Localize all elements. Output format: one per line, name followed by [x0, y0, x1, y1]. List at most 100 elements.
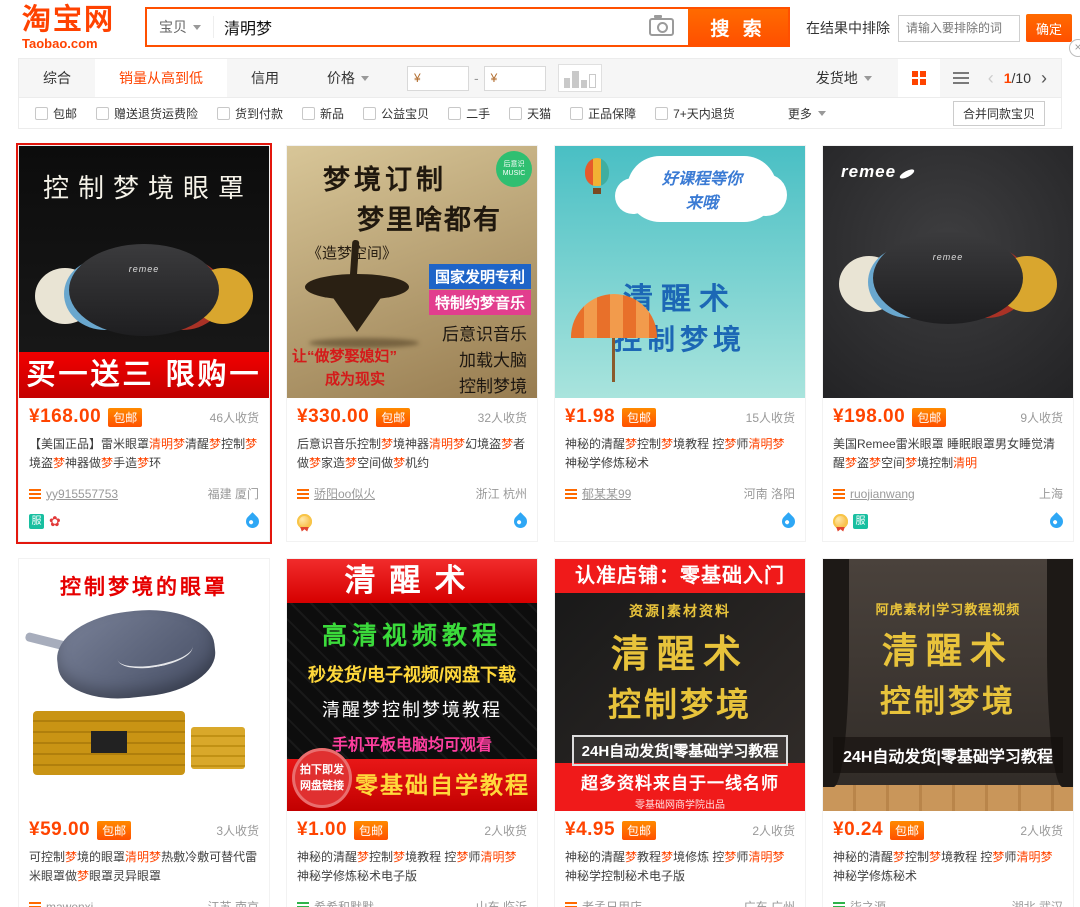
free-shipping-badge: 包邮	[97, 821, 131, 840]
product-card-3[interactable]: 好课程等你 来哦 清醒术 控制梦境 ¥1.98 包邮 15人收货 神秘的清醒梦控…	[554, 145, 806, 542]
free-shipping-badge: 包邮	[354, 821, 388, 840]
tab-sales-high-to-low[interactable]: 销量从高到低	[95, 59, 227, 97]
merge-same-items-button[interactable]: 合并同款宝贝	[953, 101, 1045, 126]
checkbox[interactable]	[655, 107, 668, 120]
product-title[interactable]: 可控制梦境的眼罩清明梦热敷冷敷可替代雷米眼罩做梦眼罩灵异眼罩	[29, 848, 259, 888]
ship-from-dropdown[interactable]: 发货地	[816, 68, 872, 88]
search-input[interactable]	[214, 9, 649, 45]
product-image[interactable]: 阿虎素材|学习教程视频 清醒术 控制梦境 24H自动发货|零基础学习教程	[823, 559, 1073, 811]
taobao-logo[interactable]: 淘宝网 Taobao.com	[22, 6, 115, 50]
filter-cash-on-delivery[interactable]: 货到付款	[217, 105, 283, 122]
filter-new[interactable]: 新品	[302, 105, 344, 122]
product-image[interactable]: 认准店铺：零基础入门 资源|素材资料 清醒术 控制梦境 24H自动发货|零基础学…	[555, 559, 805, 811]
more-filters-dropdown[interactable]: 更多	[788, 105, 826, 122]
wangwang-chat-icon[interactable]	[565, 901, 577, 907]
next-page-icon[interactable]	[1041, 68, 1047, 89]
camera-search-icon[interactable]	[649, 18, 674, 36]
checkbox[interactable]	[363, 107, 376, 120]
search-category-dropdown[interactable]: 宝贝	[147, 16, 214, 38]
price-histogram-icon[interactable]	[558, 64, 602, 92]
seller-location: 江苏 南京	[208, 898, 259, 907]
product-card-7[interactable]: 认准店铺：零基础入门 资源|素材资料 清醒术 控制梦境 24H自动发货|零基础学…	[554, 558, 806, 907]
wangwang-chat-icon[interactable]	[833, 901, 845, 907]
seller-name[interactable]: ruojianwang	[850, 487, 915, 501]
filter-authentic[interactable]: 正品保障	[570, 105, 636, 122]
sold-count: 2人收货	[484, 822, 527, 839]
hot-air-balloon-illustration	[585, 158, 609, 186]
price: ¥198.00	[833, 406, 905, 428]
prev-page-icon[interactable]	[988, 68, 994, 89]
list-view-toggle[interactable]	[940, 59, 982, 97]
product-card-8[interactable]: 阿虎素材|学习教程视频 清醒术 控制梦境 24H自动发货|零基础学习教程 ¥0.…	[822, 558, 1074, 907]
checkbox[interactable]	[217, 107, 230, 120]
product-title[interactable]: 神秘的清醒梦教程梦境修炼 控梦师清明梦神秘学控制秘术电子版	[565, 848, 795, 888]
wangwang-chat-icon[interactable]	[297, 901, 309, 907]
seller-name[interactable]: yy915557753	[46, 487, 118, 501]
checkbox[interactable]	[570, 107, 583, 120]
product-title[interactable]: 神秘的清醒梦控制梦境教程 控梦师清明梦神秘学修炼秘术电子版	[297, 848, 527, 888]
product-image[interactable]: 控制梦境眼罩 remee 买一送三 限购一件	[19, 146, 269, 398]
product-image[interactable]: 好课程等你 来哦 清醒术 控制梦境	[555, 146, 805, 398]
free-shipping-badge: 包邮	[622, 408, 656, 427]
tab-price-label: 价格	[327, 70, 355, 86]
filter-7day-return[interactable]: 7+天内退货	[655, 105, 735, 122]
checkbox[interactable]	[302, 107, 315, 120]
checkbox[interactable]	[509, 107, 522, 120]
product-grid: 控制梦境眼罩 remee 买一送三 限购一件 ¥168.00 包邮 46人收货 …	[18, 145, 1062, 907]
consumer-protection-icon	[779, 512, 797, 530]
product-image[interactable]: 清醒术 高清视频教程 秒发货/电子视频/网盘下载 清醒梦控制梦境教程 手机平板电…	[287, 559, 537, 811]
free-shipping-badge: 包邮	[108, 408, 142, 427]
wangwang-chat-icon[interactable]	[565, 488, 577, 500]
seller-name[interactable]: 柒之源	[850, 898, 886, 907]
tab-price[interactable]: 价格	[303, 59, 393, 97]
grid-view-toggle[interactable]	[898, 59, 940, 97]
checkbox[interactable]	[35, 107, 48, 120]
brand-text: remee	[841, 162, 896, 181]
filter-tmall[interactable]: 天猫	[509, 105, 551, 122]
product-card-4[interactable]: remee remee ¥198.00 包邮 9人收货 美国Remee雷米眼罩 …	[822, 145, 1074, 542]
exclude-input[interactable]	[898, 15, 1020, 42]
product-card-2[interactable]: 后意识MUSIC 梦境订制 梦里啥都有 《造梦空间》 国家发明专利 特制约梦音乐…	[286, 145, 538, 542]
seller-name[interactable]: 骄阳oo似火	[314, 485, 375, 502]
product-image[interactable]: remee remee	[823, 146, 1073, 398]
price-min-input[interactable]: ¥	[407, 66, 469, 91]
checkbox[interactable]	[96, 107, 109, 120]
search-button[interactable]: 搜 索	[688, 9, 788, 45]
ship-from-label: 发货地	[816, 68, 858, 88]
seller-name[interactable]: 老孟日用店	[582, 898, 642, 907]
close-icon[interactable]	[1069, 39, 1080, 57]
product-title[interactable]: 神秘的清醒梦控制梦境教程 控梦师清明梦神秘学修炼秘术	[565, 435, 795, 475]
filter-return-insurance[interactable]: 赠送退货运费险	[96, 105, 198, 122]
tab-comprehensive[interactable]: 综合	[19, 59, 95, 97]
product-image[interactable]: 后意识MUSIC 梦境订制 梦里啥都有 《造梦空间》 国家发明专利 特制约梦音乐…	[287, 146, 537, 398]
stage-floor-illustration	[823, 785, 1073, 811]
seller-location: 山东 临沂	[476, 898, 527, 907]
wangwang-chat-icon[interactable]	[297, 488, 309, 500]
product-card-6[interactable]: 清醒术 高清视频教程 秒发货/电子视频/网盘下载 清醒梦控制梦境教程 手机平板电…	[286, 558, 538, 907]
tab-credit[interactable]: 信用	[227, 59, 303, 97]
product-card-5[interactable]: 控制梦境的眼罩 ¥59.00 包邮 3人收货 可控制梦境的眼罩清明梦热敷冷敷可替…	[18, 558, 270, 907]
checkbox[interactable]	[448, 107, 461, 120]
filter-free-shipping[interactable]: 包邮	[35, 105, 77, 122]
product-title[interactable]: 后意识音乐控制梦境神器清明梦幻境盗梦者做梦家造梦空间做梦机约	[297, 435, 527, 475]
filter-charity[interactable]: 公益宝贝	[363, 105, 429, 122]
seller-name[interactable]: 希希和默默	[314, 898, 374, 907]
exclude-group: 在结果中排除 确定	[806, 14, 1072, 42]
wangwang-chat-icon[interactable]	[29, 901, 41, 907]
product-image[interactable]: 控制梦境的眼罩	[19, 559, 269, 811]
product-title[interactable]: 美国Remee雷米眼罩 睡眠眼罩男女睡觉清醒梦盗梦空间梦境控制清明	[833, 435, 1063, 475]
wangwang-chat-icon[interactable]	[833, 488, 845, 500]
seller-name[interactable]: mawenxi	[46, 900, 93, 907]
filter-secondhand[interactable]: 二手	[448, 105, 490, 122]
seller-name[interactable]: 郁某某99	[582, 485, 631, 502]
exclude-confirm-button[interactable]: 确定	[1026, 14, 1072, 42]
product-card-1[interactable]: 控制梦境眼罩 remee 买一送三 限购一件 ¥168.00 包邮 46人收货 …	[18, 145, 270, 542]
logo-chinese: 淘宝网	[22, 6, 115, 35]
current-page: 1	[1004, 70, 1012, 86]
price-max-input[interactable]: ¥	[484, 66, 546, 91]
product-title[interactable]: 神秘的清醒梦控制梦境教程 控梦师清明梦神秘学修炼秘术	[833, 848, 1063, 888]
wangwang-chat-icon[interactable]	[29, 488, 41, 500]
price: ¥59.00	[29, 819, 90, 841]
product-title[interactable]: 【美国正品】雷米眼罩清明梦清醒梦控制梦境盗梦神器做梦手造梦环	[29, 435, 259, 475]
chevron-down-icon	[864, 76, 872, 85]
